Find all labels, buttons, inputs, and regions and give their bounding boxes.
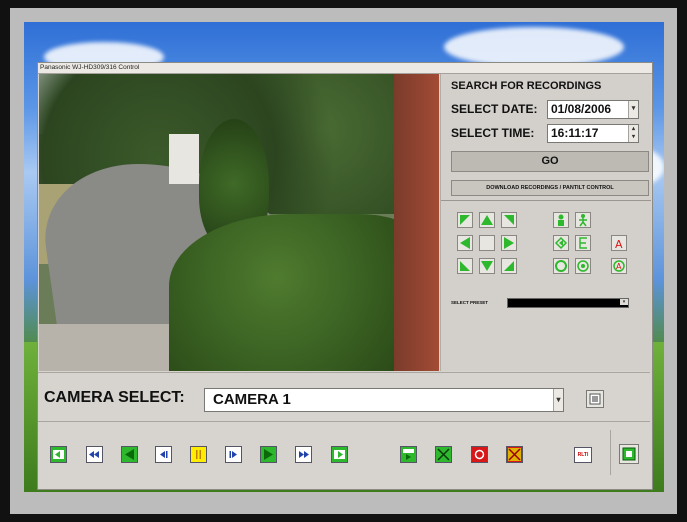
skip-to-end-icon[interactable]: [331, 446, 348, 463]
title-bar: Panasonic WJ-HD309/316 Control: [38, 63, 652, 74]
pause-icon[interactable]: [190, 446, 207, 463]
fast-forward-icon[interactable]: [295, 446, 312, 463]
screen-border: Panasonic WJ-HD309/316 Control SEARCH FO…: [0, 0, 687, 522]
skip-to-start-icon[interactable]: [50, 446, 67, 463]
pan-left-icon[interactable]: [457, 235, 473, 251]
playback-controls: RLTI: [38, 421, 650, 478]
search-heading: SEARCH FOR RECORDINGS: [451, 80, 602, 92]
camera-view-icon[interactable]: [586, 390, 604, 408]
zoom-tele-icon[interactable]: [553, 212, 569, 228]
iris-open-icon[interactable]: [553, 258, 569, 274]
step-back-icon[interactable]: [155, 446, 172, 463]
svg-text:A: A: [615, 238, 623, 250]
cancel-icon[interactable]: [506, 446, 523, 463]
pan-right-icon[interactable]: [501, 235, 517, 251]
camera-select-dropdown[interactable]: CAMERA 1 ▾: [204, 388, 564, 412]
pan-down-left-icon[interactable]: [457, 258, 473, 274]
control-window: Panasonic WJ-HD309/316 Control SEARCH FO…: [37, 62, 653, 490]
pan-up-icon[interactable]: [479, 212, 495, 228]
focus-far-icon[interactable]: [575, 235, 591, 251]
record-search-icon[interactable]: [400, 446, 417, 463]
preset-dropdown[interactable]: ▾: [507, 298, 629, 308]
pan-home-icon[interactable]: [479, 235, 495, 251]
search-panel: SEARCH FOR RECORDINGS SELECT DATE: 01/08…: [440, 74, 651, 371]
camera-selected-value: CAMERA 1: [213, 391, 291, 408]
exit-panel: [610, 430, 649, 475]
chevron-down-icon[interactable]: ▾: [620, 299, 628, 305]
time-value: 16:11:17: [551, 126, 599, 140]
exit-icon[interactable]: [619, 444, 639, 464]
date-value: 01/08/2006: [551, 102, 612, 116]
go-button[interactable]: GO: [451, 151, 649, 172]
pan-up-left-icon[interactable]: [457, 212, 473, 228]
camera-select-label: CAMERA SELECT:: [44, 389, 185, 406]
auto-focus-icon[interactable]: A: [611, 235, 627, 251]
time-spinner-icon[interactable]: ▴ ▾: [628, 125, 638, 142]
step-forward-icon[interactable]: [225, 446, 242, 463]
zoom-wide-icon[interactable]: [575, 212, 591, 228]
play-icon[interactable]: [260, 446, 277, 463]
download-pantilt-button[interactable]: DOWNLOAD RECORDINGS / PANTILT CONTROL: [451, 180, 649, 196]
camera-select-bar: CAMERA SELECT: CAMERA 1 ▾: [38, 372, 650, 421]
divider: [441, 200, 651, 201]
fast-rewind-icon[interactable]: [86, 446, 103, 463]
time-field[interactable]: 16:11:17 ▴ ▾: [547, 124, 639, 143]
iris-close-icon[interactable]: [575, 258, 591, 274]
pan-down-right-icon[interactable]: [501, 258, 517, 274]
preset-label: SELECT PRESET: [451, 300, 489, 305]
date-dropdown-icon[interactable]: ▾: [628, 101, 638, 118]
window-title: Panasonic WJ-HD309/316 Control: [40, 64, 140, 71]
pan-up-right-icon[interactable]: [501, 212, 517, 228]
date-label: SELECT DATE:: [451, 102, 538, 116]
svg-text:A: A: [616, 262, 622, 271]
focus-near-icon[interactable]: [553, 235, 569, 251]
date-field[interactable]: 01/08/2006 ▾: [547, 100, 639, 119]
realtime-icon[interactable]: RLTI: [574, 447, 592, 463]
chevron-down-icon[interactable]: ▾: [553, 389, 563, 411]
time-label: SELECT TIME:: [451, 126, 535, 140]
reverse-play-icon[interactable]: [121, 446, 138, 463]
camera-video-feed: [39, 74, 439, 371]
stop-icon[interactable]: [435, 446, 452, 463]
pan-down-icon[interactable]: [479, 258, 495, 274]
auto-iris-icon[interactable]: A: [611, 258, 627, 274]
record-icon[interactable]: [471, 446, 488, 463]
